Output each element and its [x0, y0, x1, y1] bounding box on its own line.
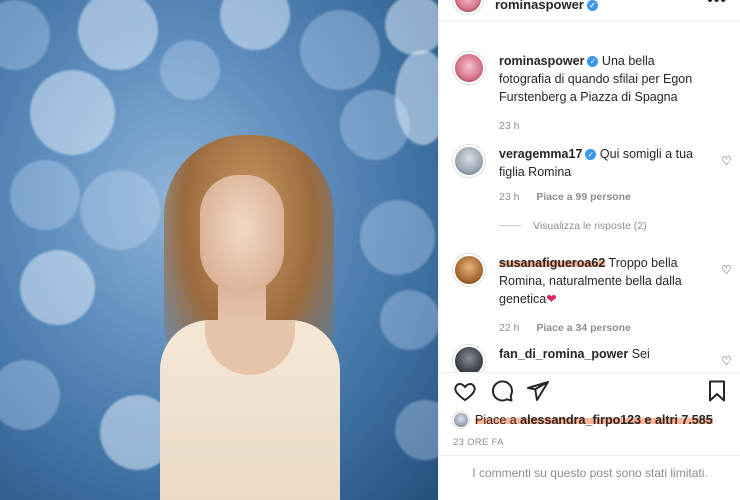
comment-body: Sei — [631, 347, 650, 361]
more-options-icon[interactable]: ••• — [707, 0, 727, 10]
like-comment-heart-icon[interactable]: ♡ — [721, 264, 733, 276]
view-replies-label[interactable]: Visualizza le risposte (2) — [533, 220, 647, 232]
bokeh-light — [380, 290, 438, 350]
caption-time[interactable]: 23 h — [499, 120, 519, 132]
commenter-username[interactable]: susanafigueroa62 — [499, 256, 606, 270]
verified-icon: ✓ — [587, 56, 599, 67]
author-username[interactable]: rominaspower ✓ — [495, 0, 598, 12]
post-date[interactable]: 23 ORE FA — [453, 437, 504, 448]
comment-text: susanafigueroa62 Troppo bella Romina, na… — [499, 254, 705, 308]
red-heart-emoji: ❤ — [546, 292, 557, 306]
replies-line — [499, 225, 521, 226]
commenter-avatar[interactable] — [453, 345, 485, 372]
share-icon[interactable] — [526, 379, 552, 405]
bokeh-light — [160, 40, 220, 100]
verified-icon: ✓ — [585, 149, 597, 160]
comment-meta: 22 h Piace a 34 persone — [499, 322, 645, 334]
post-likes[interactable]: Piace a alessandra_firpo123 e altri 7.58… — [453, 410, 735, 430]
verified-icon: ✓ — [586, 0, 598, 11]
bokeh-light — [395, 400, 438, 460]
caption: rominaspower ✓ Una bella fotografia di qu… — [453, 52, 733, 134]
post-header: rominaspower ✓ ••• — [439, 0, 740, 18]
bokeh-light — [78, 0, 158, 70]
woman-figure — [150, 135, 380, 500]
commenter-username[interactable]: veragemma17 — [499, 147, 582, 161]
header-divider — [439, 20, 740, 21]
bokeh-light — [80, 170, 160, 250]
comment-time[interactable]: 23 h — [499, 191, 519, 203]
commenter-avatar[interactable] — [453, 145, 485, 177]
caption-username[interactable]: rominaspower — [499, 54, 584, 68]
comment-likes[interactable]: Piace a 34 persone — [536, 322, 631, 334]
post-sidebar: rominaspower ✓ ••• rominaspower ✓ Una bell… — [438, 0, 740, 500]
caption-text: rominaspower ✓ Una bella fotografia di qu… — [499, 52, 705, 106]
actions-divider — [439, 372, 740, 373]
bokeh-light — [20, 250, 95, 325]
bokeh-light — [0, 360, 60, 430]
bokeh-light — [10, 160, 80, 230]
author-username-text[interactable]: rominaspower — [495, 0, 584, 12]
view-replies-button[interactable]: Visualizza le risposte (2) — [499, 220, 647, 232]
comment-text: fan_di_romina_power Sei — [499, 345, 705, 363]
commenter-username[interactable]: fan_di_romina_power — [499, 347, 628, 361]
post-photo[interactable] — [0, 0, 438, 500]
liker-avatar[interactable] — [453, 412, 469, 428]
comment-item: fan_di_romina_power Sei ♡ — [453, 345, 733, 372]
bokeh-light — [300, 10, 380, 90]
comment-item: susanafigueroa62 Troppo bella Romina, na… — [453, 254, 733, 344]
bokeh-light — [385, 0, 438, 55]
like-comment-heart-icon[interactable]: ♡ — [721, 155, 733, 167]
footer-divider — [439, 455, 740, 456]
action-bar — [439, 375, 740, 407]
bokeh-light — [220, 0, 290, 50]
likes-text: Piace a alessandra_firpo123 e altri 7.58… — [475, 413, 713, 427]
liker-username[interactable]: alessandra_firpo123 — [520, 413, 641, 427]
bokeh-light — [0, 0, 50, 70]
comment-meta: 23 h Piace a 99 persone — [499, 191, 645, 203]
comment-time[interactable]: 22 h — [499, 322, 519, 334]
bookmark-icon[interactable] — [705, 379, 731, 405]
comments-list[interactable]: rominaspower ✓ Una bella fotografia di qu… — [439, 44, 740, 372]
commenter-avatar[interactable] — [453, 254, 485, 286]
like-comment-heart-icon[interactable]: ♡ — [721, 355, 733, 367]
likes-prefix: Piace a — [475, 413, 521, 427]
comment-text: veragemma17 ✓ Qui somigli a tua figlia Ro… — [499, 145, 705, 181]
caption-meta: 23 h — [499, 120, 533, 132]
comments-limited-notice: I commenti su questo post sono stati lim… — [472, 466, 708, 480]
author-avatar[interactable] — [453, 0, 483, 14]
bokeh-light — [30, 70, 115, 155]
caption-avatar[interactable] — [453, 52, 485, 84]
likes-others[interactable]: e altri 7.585 — [641, 413, 713, 427]
comment-icon[interactable] — [490, 379, 516, 405]
face — [200, 175, 284, 293]
comment-likes[interactable]: Piace a 99 persone — [536, 191, 631, 203]
heart-icon[interactable] — [453, 379, 479, 405]
